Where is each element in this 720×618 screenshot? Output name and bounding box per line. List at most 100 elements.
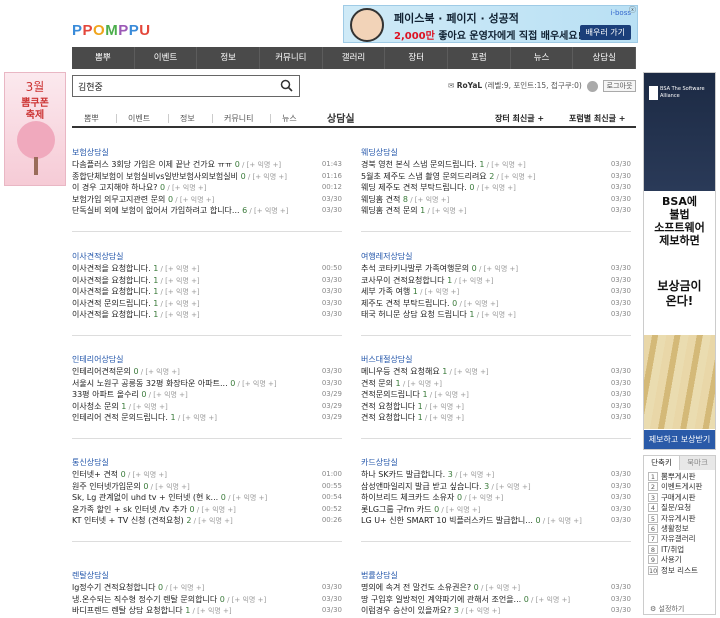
post-title[interactable]: 인터넷+ 견적 — [72, 470, 118, 479]
post-title[interactable]: 이사견적을 요청합니다. — [72, 264, 151, 273]
post-title[interactable]: 웨딩홈 견적 문의 — [361, 206, 418, 215]
nav-item[interactable]: 상담실 — [573, 47, 637, 69]
shortcut-item[interactable]: 1 뽐뿌게시판 — [648, 472, 711, 482]
post-title[interactable]: 인테리어 견적 문의드립니다. — [72, 413, 168, 422]
mail-icon[interactable]: ✉ — [448, 81, 454, 90]
site-logo[interactable]: PPOMPPU — [72, 22, 151, 39]
logout-button[interactable]: 로그아웃 — [602, 80, 637, 92]
ad-cta-button[interactable]: 배우러 가기 — [579, 25, 631, 40]
post-title[interactable]: 땅 구입후 일방적인 계약파기에 관해서 조언을... — [361, 595, 521, 604]
post-title[interactable]: 추석 코타키나발루 가족여행문의 — [361, 264, 469, 273]
post-title[interactable]: 웨딩 제주도 견적 부탁드립니다. — [361, 183, 467, 192]
ad-close-icon[interactable]: ⓧ — [629, 5, 636, 15]
post-title[interactable]: 이사견적을 요청합니다. — [72, 310, 151, 319]
post-title[interactable]: 다솜플러스 3회당 가입은 이제 끝난 건가요 ㅠㅠ — [72, 160, 232, 169]
left-side-ad[interactable]: 3월 뽐쿠폰 축제 — [4, 72, 66, 186]
post-title[interactable]: 삼성앤마일리지 발급 받고 싶습니다. — [361, 482, 482, 491]
shortcut-item[interactable]: 2 이벤트게시판 — [648, 482, 711, 492]
tab-shortcuts[interactable]: 단축키 — [644, 456, 679, 470]
post-title[interactable]: 이사견적을 요청합니다. — [72, 287, 151, 296]
search-input[interactable] — [78, 77, 268, 95]
section-title[interactable]: 카드상담실 — [361, 457, 631, 469]
post-title[interactable]: 이사견적을 요청합니다. — [72, 276, 151, 285]
post-title[interactable]: 이 경우 고지해야 하나요? — [72, 183, 157, 192]
latest-posts-link[interactable]: 포럼별 최신글 + — [569, 113, 625, 124]
post-title[interactable]: 견적 요청합니다 — [361, 413, 415, 422]
shortcut-item[interactable]: 4 질문/요청 — [648, 503, 711, 513]
nav-item[interactable]: 포럼 — [448, 47, 511, 69]
subnav-item[interactable]: 이벤트 — [128, 113, 150, 124]
nav-item[interactable]: 정보 — [197, 47, 261, 69]
post-title[interactable]: 서울시 노원구 공릉동 32평 화장타운 아파트... — [72, 379, 228, 388]
post-title[interactable]: 견적 요청합니다 — [361, 402, 415, 411]
latest-posts-link[interactable]: 장터 최신글 + — [495, 113, 544, 124]
post-title[interactable]: KT 인터넷 + TV 신청 (견적요청) — [72, 516, 184, 525]
search-icon[interactable] — [280, 79, 293, 92]
section-title[interactable]: 인테리어상담실 — [72, 354, 342, 366]
settings-icon[interactable] — [587, 80, 599, 92]
post-title[interactable]: 냉.온수되는 직수형 정수기 렌탈 문의합니다 — [72, 595, 217, 604]
section-title[interactable]: 법률상담실 — [361, 570, 631, 582]
section-title[interactable]: 버스대절상담실 — [361, 354, 631, 366]
shortcut-item[interactable]: 9 사용기 — [648, 555, 711, 565]
section-title[interactable]: 웨딩상담실 — [361, 147, 631, 159]
subnav-item[interactable]: 뉴스 — [282, 113, 297, 124]
post-title[interactable]: 롯LG그룹 구fm 카드 — [361, 505, 432, 514]
post-title[interactable]: 메니우등 견적 요청해요 — [361, 367, 440, 376]
post-title[interactable]: 이럼경우 승산이 있을까요? — [361, 606, 451, 615]
post-title[interactable]: 제주도 견적 부탁드립니다. — [361, 299, 450, 308]
bsa-message: BSA에 불법 소프트웨어 제보하면 — [654, 195, 705, 247]
post-title[interactable]: 경북 영천 본식 스냅 문의드립니다. — [361, 160, 477, 169]
shortcut-item[interactable]: 7 자유갤러리 — [648, 534, 711, 544]
subnav-item[interactable]: 뽐뿌 — [84, 113, 99, 124]
post-title[interactable]: 하나 SK카드 발급합니다. — [361, 470, 445, 479]
section-title[interactable]: 통신상담실 — [72, 457, 342, 469]
post-title[interactable]: Sk, Lg 관계없이 uhd tv + 인터넷 (현 k... — [72, 493, 218, 502]
nav-item[interactable]: 이벤트 — [135, 47, 198, 69]
section-title[interactable]: 렌탈상담실 — [72, 570, 342, 582]
shortcut-item[interactable]: 5 자유게시판 — [648, 513, 711, 524]
subnav-item[interactable]: 커뮤니티 — [224, 113, 253, 124]
subnav-item-active[interactable]: 상담실 — [327, 110, 355, 125]
post-title[interactable]: 원주 인터넷가입문의 — [72, 482, 141, 491]
section-title[interactable]: 보험상담실 — [72, 147, 342, 159]
post-title[interactable]: 세부 가족 여행 — [361, 287, 410, 296]
post-title[interactable]: 보험가입 의무고지관련 문의 — [72, 195, 165, 204]
shortcut-item[interactable]: 3 구매게시판 — [648, 492, 711, 503]
post-title[interactable]: 단독실비 외에 보험이 없어서 가입하려고 합니다... — [72, 206, 240, 215]
nav-item[interactable]: 뽐뿌 — [72, 47, 135, 69]
post-title[interactable]: 바디프렌드 렌탈 상담 요청합니다 — [72, 606, 183, 615]
subnav-item[interactable]: 정보 — [180, 113, 195, 124]
shortcut-item[interactable]: 6 생활정보 — [648, 523, 711, 534]
user-name[interactable]: RoYaL — [457, 81, 483, 90]
post-title[interactable]: 이사견적 문의드립니다. — [72, 299, 151, 308]
post-title[interactable]: 견적문의드립니다 — [361, 390, 420, 399]
top-banner-ad[interactable]: 페이스북 · 페이지 · 성공적 2,000만 좋아요 운영자에게 직접 배우세… — [343, 5, 638, 43]
post-title[interactable]: 5월초 제주도 스냅 촬영 문의드리려요 — [361, 172, 487, 181]
nav-item[interactable]: 갤러리 — [323, 47, 386, 69]
shortcut-item[interactable]: 8 IT/취업 — [648, 544, 711, 555]
bsa-report-button[interactable]: 제보하고 보상받기 — [644, 430, 715, 449]
tab-bookmarks[interactable]: 북마크 — [679, 456, 715, 470]
post-title[interactable]: 웨딩홈 견적 — [361, 195, 400, 204]
section-title[interactable]: 여행레저상담실 — [361, 251, 631, 263]
post-title[interactable]: 하이브리드 체크카드 소유자 — [361, 493, 454, 502]
post-title[interactable]: 윤가족 할인 + sk 인터넷 /tv 추가 — [72, 505, 187, 514]
post-title[interactable]: 이사청소 문의 — [72, 402, 119, 411]
post-title[interactable]: 종합단체보험이 보험실비vs일반보험사의보험실비 — [72, 172, 238, 181]
nav-item[interactable]: 커뮤니티 — [260, 47, 323, 69]
post-title[interactable]: 명의에 속겨 전 말건도 소유권은? — [361, 583, 471, 592]
nav-item[interactable]: 뉴스 — [511, 47, 574, 69]
shortcut-item[interactable]: 10 정보 리스트 — [648, 565, 711, 576]
post-title[interactable]: 인테리어견적문의 — [72, 367, 131, 376]
post-title[interactable]: 코사무이 견적요청합니다 — [361, 276, 445, 285]
section-title[interactable]: 이사견적상담실 — [72, 251, 342, 263]
post-title[interactable]: 견적 문의 — [361, 379, 393, 388]
nav-item[interactable]: 장터 — [385, 47, 449, 69]
post-title[interactable]: lg정수기 견적요청합니다 — [72, 583, 155, 592]
settings-link[interactable]: ⚙ 설정하기 — [650, 604, 684, 614]
post-title[interactable]: 태국 허니문 상담 요청 드립니다 — [361, 310, 467, 319]
post-title[interactable]: LG U+ 신한 SMART 10 빅플러스카드 발급합니... — [361, 516, 533, 525]
right-side-ad[interactable]: BSA The Software Alliance BSA에 불법 소프트웨어 … — [643, 72, 716, 450]
post-title[interactable]: 33평 아파트 올수리 — [72, 390, 139, 399]
